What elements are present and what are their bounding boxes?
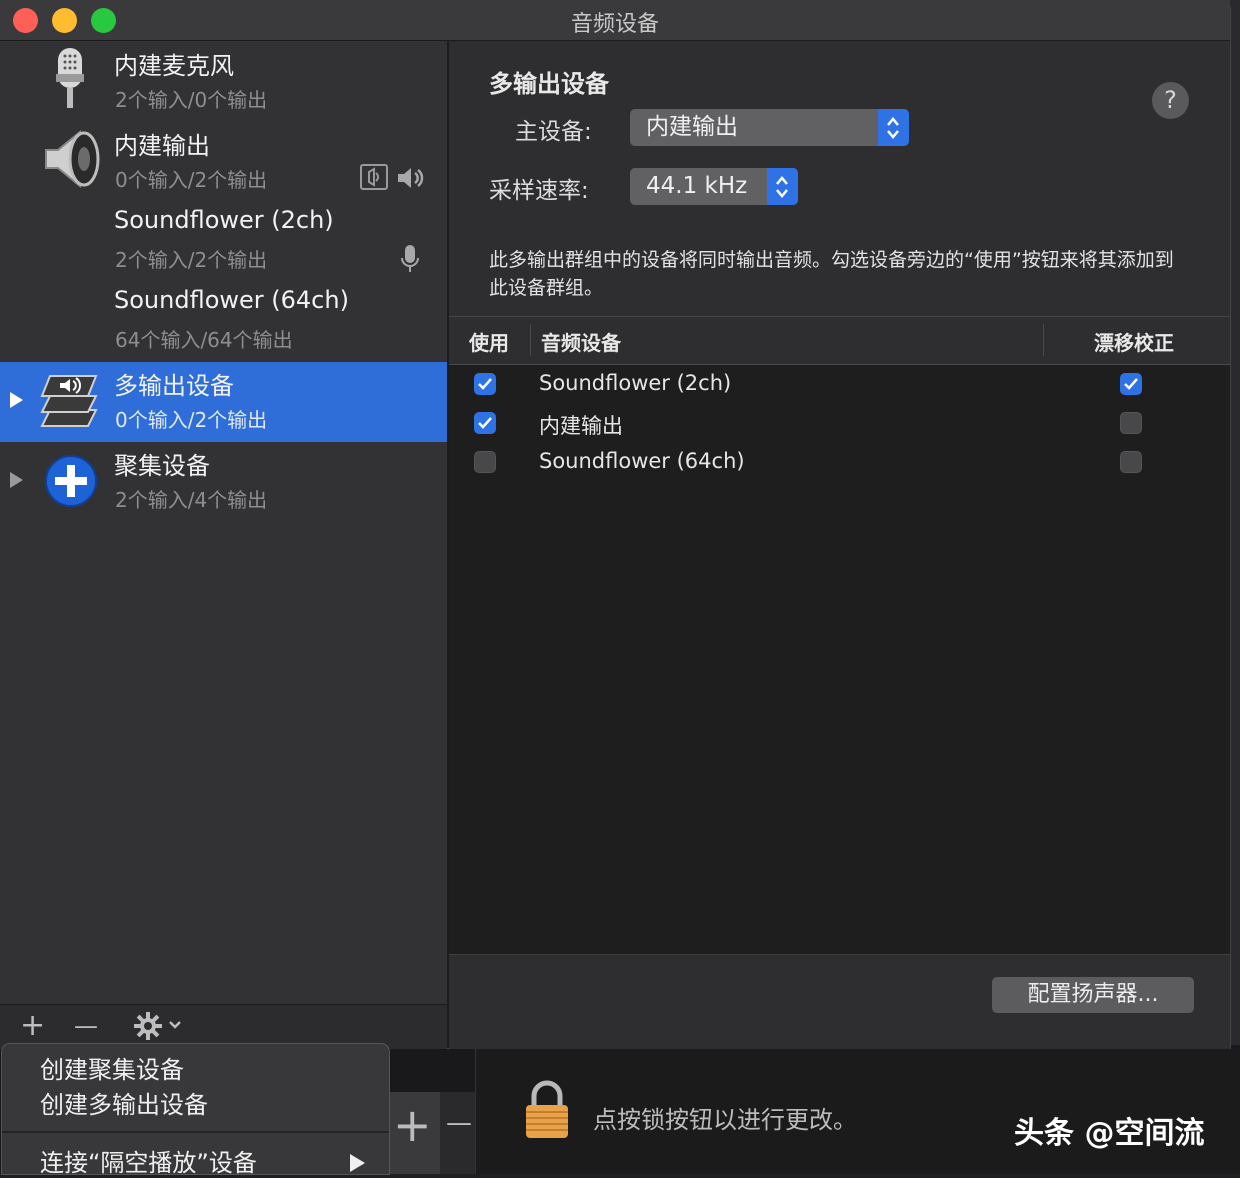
menu-item-create-aggregate[interactable]: 创建聚集设备	[40, 1050, 184, 1085]
sample-rate-value: 44.1 kHz	[646, 173, 748, 199]
watermark: 头条 @空间流	[1014, 1116, 1205, 1151]
microphone-icon	[52, 46, 88, 116]
column-header-device[interactable]: 音频设备	[541, 327, 621, 356]
column-separator[interactable]	[530, 324, 531, 356]
gear-menu-button[interactable]	[134, 1012, 186, 1044]
column-header-use[interactable]: 使用	[469, 327, 509, 356]
gear-icon	[134, 1012, 181, 1040]
device-row-aggregate[interactable]: 聚集设备 2个输入/4个输出	[0, 442, 447, 522]
device-row-soundflower-64ch[interactable]: Soundflower (64ch) 64个输入/64个输出	[0, 282, 447, 362]
help-button[interactable]: ?	[1152, 82, 1189, 119]
multi-output-icon	[38, 370, 100, 434]
device-name: 聚集设备	[114, 452, 210, 480]
aggregate-plus-icon	[44, 454, 98, 512]
configure-speakers-button[interactable]: 配置扬声器...	[992, 977, 1194, 1013]
sample-rate-popup[interactable]: 44.1 kHz	[630, 168, 798, 205]
drift-checkbox[interactable]	[1120, 373, 1142, 395]
default-output-icon	[396, 166, 426, 194]
device-cell: Soundflower (2ch)	[539, 371, 732, 395]
device-io: 2个输入/2个输出	[115, 248, 268, 272]
submenu-arrow-icon	[350, 1154, 365, 1172]
column-header-drift[interactable]: 漂移校正	[1094, 327, 1174, 356]
device-name: 内建麦克风	[114, 52, 234, 80]
device-cell: 内建输出	[539, 414, 623, 438]
speaker-icon	[40, 128, 102, 194]
device-name: 内建输出	[114, 132, 210, 160]
table-row: 内建输出	[449, 403, 1230, 442]
default-input-icon	[400, 244, 420, 278]
device-name: Soundflower (64ch)	[114, 286, 349, 314]
column-separator[interactable]	[1043, 324, 1044, 356]
device-cell: Soundflower (64ch)	[539, 449, 745, 473]
use-checkbox[interactable]	[474, 373, 496, 395]
table-row: Soundflower (64ch)	[449, 442, 1230, 481]
disclosure-triangle-icon[interactable]	[10, 392, 23, 408]
system-sound-icon	[360, 164, 388, 194]
section-title: 多输出设备	[489, 70, 609, 98]
use-checkbox[interactable]	[474, 451, 496, 473]
menu-separator	[2, 1131, 389, 1133]
add-device-button[interactable]: +	[20, 1006, 45, 1046]
popup-arrows-icon	[767, 168, 798, 205]
sample-rate-label: 采样速率:	[489, 178, 589, 204]
use-checkbox[interactable]	[474, 412, 496, 434]
lower-remove-button[interactable]: —	[440, 1092, 475, 1174]
device-row-soundflower-2ch[interactable]: Soundflower (2ch) 2个输入/2个输出	[0, 202, 447, 282]
device-name: 多输出设备	[114, 372, 234, 400]
device-io: 0个输入/2个输出	[115, 408, 268, 432]
menu-item-create-multi-output[interactable]: 创建多输出设备	[40, 1085, 208, 1120]
master-device-popup[interactable]: 内建输出	[630, 109, 909, 146]
lock-message: 点按锁按钮以进行更改。	[593, 1106, 857, 1134]
menu-item-connect-airplay[interactable]: 连接“隔空播放”设备	[40, 1143, 257, 1178]
disclosure-triangle-icon[interactable]	[10, 472, 23, 488]
device-name: Soundflower (2ch)	[114, 206, 334, 234]
group-description: 此多输出群组中的设备将同时输出音频。勾选设备旁边的“使用”按钮来将其添加到此设备…	[489, 249, 1174, 299]
device-row-builtin-mic[interactable]: 内建麦克风 2个输入/0个输出	[0, 42, 447, 122]
device-io: 64个输入/64个输出	[115, 328, 293, 352]
drift-checkbox[interactable]	[1120, 451, 1142, 473]
table-row: Soundflower (2ch)	[449, 364, 1230, 403]
master-device-value: 内建输出	[646, 114, 738, 140]
minus-icon: —	[446, 1108, 472, 1138]
device-row-builtin-output[interactable]: 内建输出 0个输入/2个输出	[0, 122, 447, 202]
plus-icon: +	[393, 1098, 432, 1152]
device-io: 2个输入/0个输出	[115, 88, 268, 112]
popup-arrows-icon	[878, 109, 909, 146]
divider	[449, 316, 1230, 317]
master-device-label: 主设备:	[515, 119, 592, 145]
device-io: 0个输入/2个输出	[115, 168, 268, 192]
drift-checkbox[interactable]	[1120, 412, 1142, 434]
device-row-multi-output[interactable]: 多输出设备 0个输入/2个输出	[0, 362, 447, 442]
device-io: 2个输入/4个输出	[115, 488, 268, 512]
chevron-down-icon	[169, 1021, 181, 1029]
sidebar-toolbar	[0, 1004, 447, 1049]
background-window-edge	[1230, 0, 1240, 1045]
remove-device-button[interactable]: —	[74, 1006, 98, 1046]
lock-icon[interactable]	[524, 1080, 570, 1144]
window-title: 音频设备	[570, 12, 659, 37]
